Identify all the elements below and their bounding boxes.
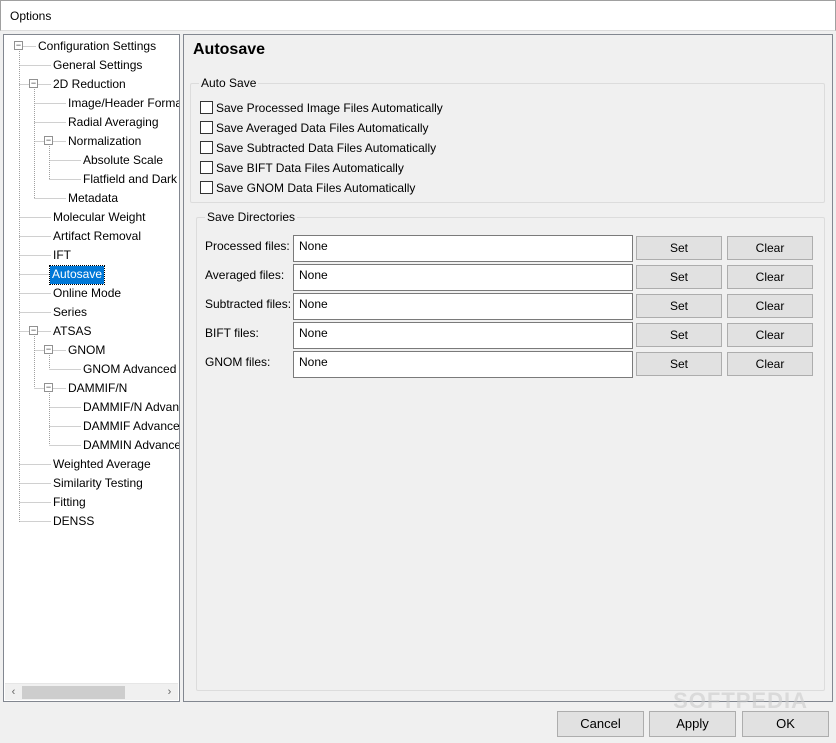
tree-item-gnom-advanced[interactable]: GNOM Advanced [81, 361, 178, 379]
collapse-atsas-icon[interactable]: − [29, 326, 38, 335]
collapse-dammifn-icon[interactable]: − [44, 383, 53, 392]
collapse-2d-reduction-icon[interactable]: − [29, 79, 38, 88]
subtracted-clear-button[interactable]: Clear [727, 294, 813, 318]
averaged-files-label: Averaged files: [205, 268, 285, 282]
bift-set-button[interactable]: Set [636, 323, 722, 347]
auto-save-group: Auto Save Save Processed Image Files Aut… [190, 76, 825, 203]
save-bift-data-checkbox[interactable]: Save BIFT Data Files Automatically [200, 160, 404, 178]
save-gnom-data-checkbox[interactable]: Save GNOM Data Files Automatically [200, 180, 415, 198]
tree-item-ift[interactable]: IFT [51, 247, 73, 265]
checkbox-box[interactable] [200, 101, 213, 114]
tree-item-series[interactable]: Series [51, 304, 89, 322]
tree-item-flatfield-and-dark[interactable]: Flatfield and Dark [81, 171, 179, 189]
tree-item-radial-averaging[interactable]: Radial Averaging [66, 114, 161, 132]
gnom-files-label: GNOM files: [205, 355, 271, 369]
tree-item-weighted-average[interactable]: Weighted Average [51, 456, 153, 474]
settings-page: Autosave Auto Save Save Processed Image … [183, 34, 833, 702]
subtracted-set-button[interactable]: Set [636, 294, 722, 318]
tree-horizontal-scrollbar[interactable]: ‹ › [5, 683, 178, 700]
gnom-clear-button[interactable]: Clear [727, 352, 813, 376]
apply-button[interactable]: Apply [649, 711, 736, 737]
tree-item-metadata[interactable]: Metadata [66, 190, 120, 208]
bift-clear-button[interactable]: Clear [727, 323, 813, 347]
tree-item-artifact-removal[interactable]: Artifact Removal [51, 228, 143, 246]
window-title: Options [10, 9, 52, 23]
tree-item-autosave[interactable]: Autosave [48, 265, 106, 285]
tree-item-absolute-scale[interactable]: Absolute Scale [81, 152, 165, 170]
checkbox-label: Save GNOM Data Files Automatically [216, 181, 416, 195]
checkbox-label: Save Processed Image Files Automatically [216, 101, 443, 115]
tree-item-atsas[interactable]: ATSAS [51, 323, 93, 341]
save-processed-image-checkbox[interactable]: Save Processed Image Files Automatically [200, 100, 443, 118]
tree-item-online-mode[interactable]: Online Mode [51, 285, 123, 303]
collapse-configuration-icon[interactable]: − [14, 41, 23, 50]
checkbox-label: Save Subtracted Data Files Automatically [216, 141, 437, 155]
subtracted-files-label: Subtracted files: [205, 297, 292, 311]
gnom-files-path[interactable]: None [293, 351, 633, 378]
checkbox-box[interactable] [200, 141, 213, 154]
processed-set-button[interactable]: Set [636, 236, 722, 260]
processed-files-label: Processed files: [205, 239, 290, 253]
tree-item-dammif-n[interactable]: DAMMIF/N [66, 380, 129, 398]
averaged-clear-button[interactable]: Clear [727, 265, 813, 289]
tree-item-2d-reduction[interactable]: 2D Reduction [51, 76, 128, 94]
tree-item-similarity-testing[interactable]: Similarity Testing [51, 475, 145, 493]
collapse-gnom-icon[interactable]: − [44, 345, 53, 354]
scroll-left-icon[interactable]: ‹ [5, 685, 22, 700]
tree-item-configuration-settings[interactable]: Configuration Settings [36, 38, 158, 56]
checkbox-label: Save BIFT Data Files Automatically [216, 161, 404, 175]
settings-tree[interactable]: − − − − − − Configuration Settings Gener… [3, 34, 180, 702]
collapse-normalization-icon[interactable]: − [44, 136, 53, 145]
scrollbar-thumb[interactable] [22, 686, 125, 699]
tree-item-fitting[interactable]: Fitting [51, 494, 88, 512]
processed-clear-button[interactable]: Clear [727, 236, 813, 260]
processed-files-path[interactable]: None [293, 235, 633, 262]
auto-save-group-label: Auto Save [199, 76, 259, 90]
tree-item-dammin-advanced[interactable]: DAMMIN Advanced [81, 437, 179, 455]
checkbox-box[interactable] [200, 121, 213, 134]
tree-item-image-header-format[interactable]: Image/Header Format [66, 95, 179, 113]
scroll-right-icon[interactable]: › [161, 685, 178, 700]
tree-item-denss[interactable]: DENSS [51, 513, 96, 531]
gnom-set-button[interactable]: Set [636, 352, 722, 376]
bift-files-path[interactable]: None [293, 322, 633, 349]
tree-item-general-settings[interactable]: General Settings [51, 57, 144, 75]
checkbox-box[interactable] [200, 181, 213, 194]
tree-item-dammif-advanced[interactable]: DAMMIF Advanced [81, 418, 179, 436]
save-directories-group: Save Directories Processed files: None S… [196, 210, 825, 691]
tree-item-gnom[interactable]: GNOM [66, 342, 107, 360]
ok-button[interactable]: OK [742, 711, 829, 737]
averaged-files-path[interactable]: None [293, 264, 633, 291]
checkbox-label: Save Averaged Data Files Automatically [216, 121, 429, 135]
page-title: Autosave [193, 41, 266, 58]
tree-item-molecular-weight[interactable]: Molecular Weight [51, 209, 147, 227]
save-averaged-data-checkbox[interactable]: Save Averaged Data Files Automatically [200, 120, 429, 138]
bift-files-label: BIFT files: [205, 326, 259, 340]
save-subtracted-data-checkbox[interactable]: Save Subtracted Data Files Automatically [200, 140, 436, 158]
tree-item-dammif-n-advanced[interactable]: DAMMIF/N Advanced [81, 399, 179, 417]
subtracted-files-path[interactable]: None [293, 293, 633, 320]
cancel-button[interactable]: Cancel [557, 711, 644, 737]
window-titlebar: Options [0, 0, 836, 31]
checkbox-box[interactable] [200, 161, 213, 174]
save-directories-group-label: Save Directories [205, 210, 298, 224]
tree-item-normalization[interactable]: Normalization [66, 133, 143, 151]
averaged-set-button[interactable]: Set [636, 265, 722, 289]
